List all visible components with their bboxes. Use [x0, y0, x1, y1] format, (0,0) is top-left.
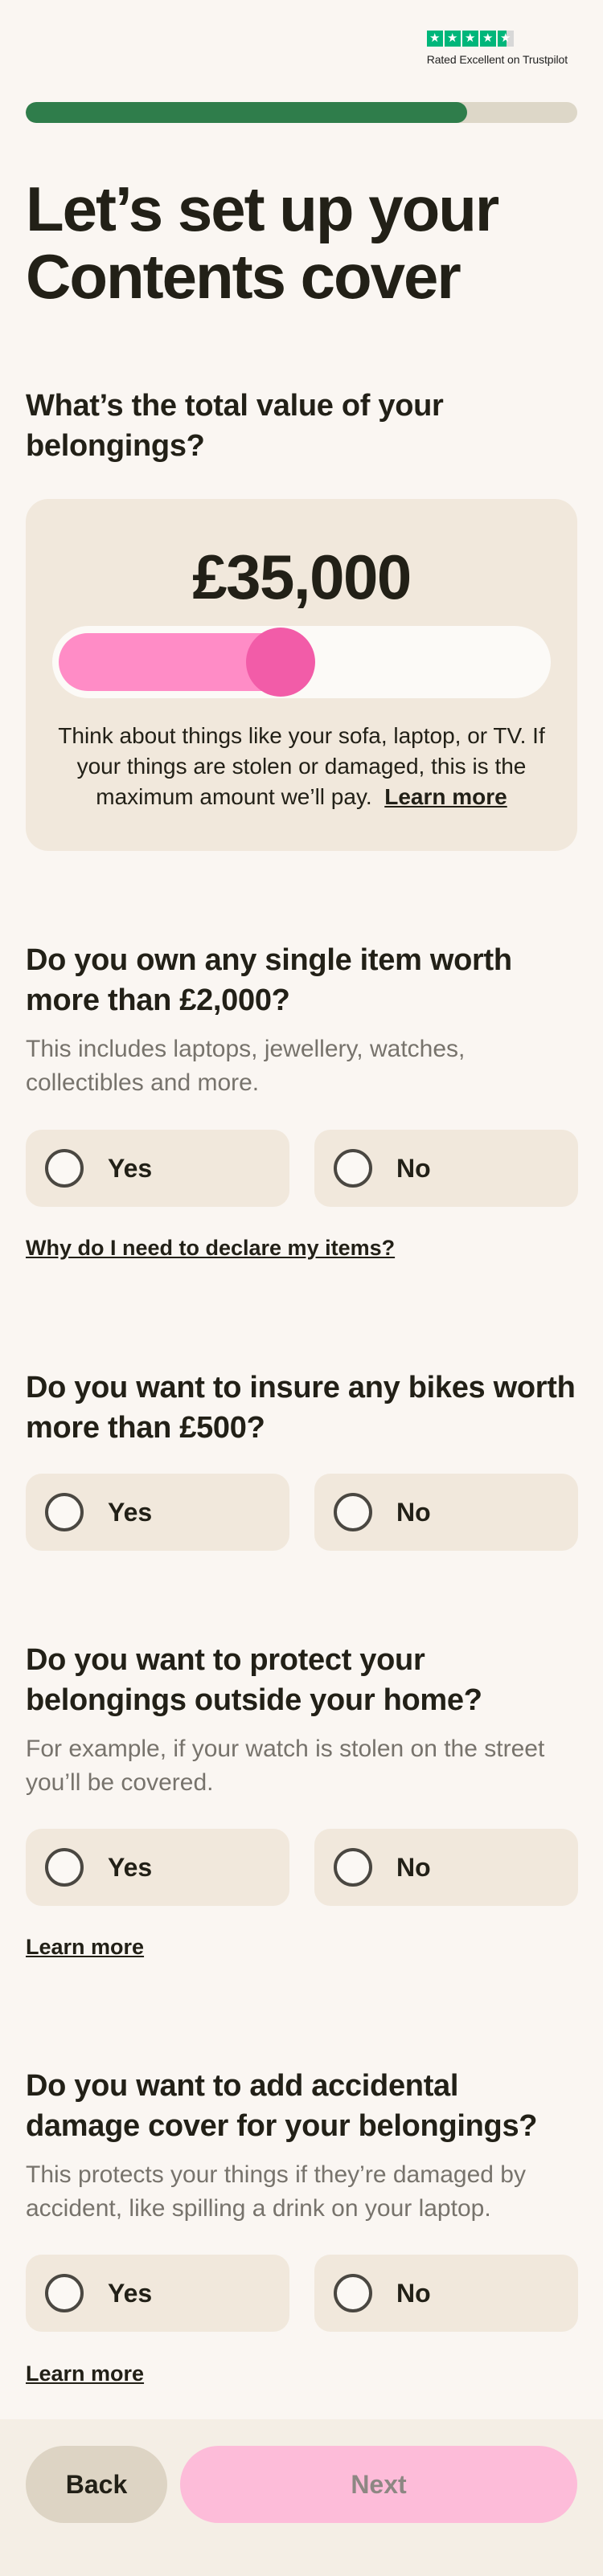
radio-icon[interactable] — [45, 1149, 84, 1188]
belongings-question-title: What’s the total value of your belonging… — [26, 389, 444, 463]
star-icon: ★ — [461, 31, 478, 47]
option-label: Yes — [108, 2278, 153, 2308]
belongings-value-description: Think about things like your sofa, lapto… — [58, 721, 545, 812]
trustpilot-badge: ★ ★ ★ ★ ★ Rated Excellent on Trustpilot — [426, 31, 568, 66]
star-half-icon: ★ — [497, 31, 514, 47]
bikes-no-option[interactable]: No — [314, 1474, 578, 1551]
outside-home-learn-more-link[interactable]: Learn more — [26, 1935, 144, 1960]
outside-home-no-option[interactable]: No — [314, 1829, 578, 1906]
option-label: No — [396, 1153, 431, 1183]
bikes-yes-option[interactable]: Yes — [26, 1474, 289, 1551]
star-icon: ★ — [479, 31, 496, 47]
star-icon: ★ — [444, 31, 461, 47]
trustpilot-rating-text: Rated Excellent on Trustpilot — [426, 53, 568, 66]
page-title: Let’s set up your Contents cover — [26, 174, 499, 312]
radio-icon[interactable] — [45, 1493, 84, 1531]
bikes-question-title: Do you want to insure any bikes worth mo… — [26, 1371, 576, 1445]
radio-icon[interactable] — [334, 1149, 372, 1188]
belongings-learn-more-link[interactable]: Learn more — [384, 784, 507, 809]
radio-icon[interactable] — [334, 1493, 372, 1531]
accidental-damage-hint: This protects your things if they’re dam… — [26, 2161, 526, 2222]
star-icon: ★ — [426, 31, 443, 47]
progress-bar — [26, 102, 577, 123]
option-label: No — [396, 2278, 431, 2308]
next-button[interactable]: Next — [180, 2446, 577, 2523]
accidental-damage-question-title: Do you want to add accidental damage cov… — [26, 2069, 538, 2143]
option-label: Yes — [108, 1497, 153, 1527]
outside-home-yes-option[interactable]: Yes — [26, 1829, 289, 1906]
accidental-damage-no-option[interactable]: No — [314, 2255, 578, 2332]
outside-home-hint: For example, if your watch is stolen on … — [26, 1736, 545, 1796]
radio-icon[interactable] — [334, 1848, 372, 1887]
option-label: No — [396, 1497, 431, 1527]
belongings-value-card: £35,000 Think about things like your sof… — [26, 499, 577, 851]
high-value-item-hint: This includes laptops, jewellery, watche… — [26, 1036, 466, 1096]
option-label: No — [396, 1852, 431, 1882]
radio-icon[interactable] — [45, 2274, 84, 2312]
back-button[interactable]: Back — [26, 2446, 167, 2523]
option-label: Yes — [108, 1852, 153, 1882]
accidental-damage-yes-option[interactable]: Yes — [26, 2255, 289, 2332]
high-value-item-question-title: Do you own any single item worth more th… — [26, 943, 512, 1017]
accidental-damage-learn-more-link[interactable]: Learn more — [26, 2361, 144, 2386]
trustpilot-stars: ★ ★ ★ ★ ★ — [426, 31, 514, 47]
belongings-value-slider[interactable] — [52, 626, 551, 698]
option-label: Yes — [108, 1153, 153, 1183]
high-value-item-yes-option[interactable]: Yes — [26, 1130, 289, 1207]
belongings-value-amount: £35,000 — [192, 542, 412, 612]
high-value-item-no-option[interactable]: No — [314, 1130, 578, 1207]
declare-items-link[interactable]: Why do I need to declare my items? — [26, 1236, 395, 1261]
outside-home-question-title: Do you want to protect your belongings o… — [26, 1643, 482, 1717]
radio-icon[interactable] — [334, 2274, 372, 2312]
progress-bar-fill — [26, 102, 467, 123]
radio-icon[interactable] — [45, 1848, 84, 1887]
slider-thumb[interactable] — [246, 628, 316, 697]
